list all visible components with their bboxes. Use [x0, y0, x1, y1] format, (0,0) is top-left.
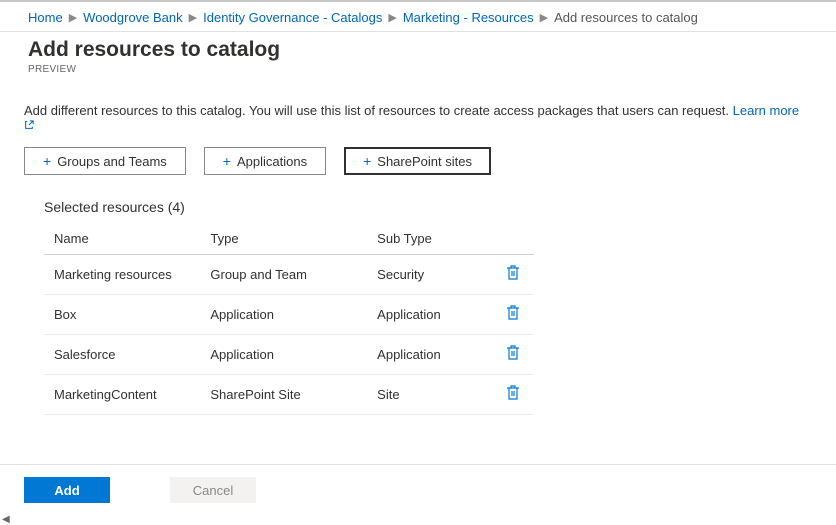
breadcrumb-link-home[interactable]: Home — [28, 10, 63, 25]
table-row: SalesforceApplicationApplication — [44, 335, 534, 375]
resource-type-buttons: + Groups and Teams + Applications + Shar… — [0, 147, 836, 191]
cell-type: SharePoint Site — [200, 375, 367, 415]
button-label: Applications — [237, 154, 307, 169]
table-row: BoxApplicationApplication — [44, 295, 534, 335]
trash-icon — [506, 305, 520, 324]
cell-subtype: Security — [367, 255, 492, 295]
cell-name: MarketingContent — [44, 375, 200, 415]
cell-name: Salesforce — [44, 335, 200, 375]
external-link-icon — [24, 120, 34, 130]
intro-text: Add different resources to this catalog.… — [0, 79, 836, 147]
add-sharepoint-button[interactable]: + SharePoint sites — [344, 147, 491, 175]
add-button[interactable]: Add — [24, 477, 110, 503]
breadcrumb-link-marketing[interactable]: Marketing - Resources — [403, 10, 534, 25]
button-label: Groups and Teams — [57, 154, 167, 169]
page-title: Add resources to catalog — [28, 38, 808, 62]
cell-name: Marketing resources — [44, 255, 200, 295]
breadcrumb: Home ▶ Woodgrove Bank ▶ Identity Governa… — [0, 2, 836, 31]
column-header-type: Type — [200, 225, 367, 255]
trash-icon — [506, 265, 520, 284]
cell-subtype: Application — [367, 335, 492, 375]
delete-row-button[interactable] — [504, 343, 522, 366]
breadcrumb-link-woodgrove[interactable]: Woodgrove Bank — [83, 10, 183, 25]
intro-body: Add different resources to this catalog.… — [24, 103, 733, 118]
chevron-right-icon: ▶ — [69, 11, 77, 24]
cell-subtype: Application — [367, 295, 492, 335]
selected-resources-title: Selected resources (4) — [0, 191, 836, 225]
chevron-right-icon: ▶ — [388, 11, 396, 24]
delete-row-button[interactable] — [504, 263, 522, 286]
plus-icon: + — [223, 153, 231, 169]
cell-type: Application — [200, 335, 367, 375]
cell-name: Box — [44, 295, 200, 335]
cell-type: Group and Team — [200, 255, 367, 295]
chevron-right-icon: ▶ — [189, 11, 197, 24]
trash-icon — [506, 385, 520, 404]
footer-bar: Add Cancel — [0, 464, 836, 515]
cell-subtype: Site — [367, 375, 492, 415]
button-label: SharePoint sites — [377, 154, 472, 169]
scroll-left-arrow[interactable]: ◀ — [2, 514, 10, 525]
trash-icon — [506, 345, 520, 364]
delete-row-button[interactable] — [504, 383, 522, 406]
cell-type: Application — [200, 295, 367, 335]
delete-row-button[interactable] — [504, 303, 522, 326]
add-applications-button[interactable]: + Applications — [204, 147, 326, 175]
plus-icon: + — [43, 153, 51, 169]
breadcrumb-current: Add resources to catalog — [554, 10, 698, 25]
plus-icon: + — [363, 153, 371, 169]
add-groups-button[interactable]: + Groups and Teams — [24, 147, 186, 175]
column-header-name: Name — [44, 225, 200, 255]
table-row: Marketing resourcesGroup and TeamSecurit… — [44, 255, 534, 295]
preview-badge: PREVIEW — [28, 64, 808, 75]
cancel-button[interactable]: Cancel — [170, 477, 256, 503]
selected-resources-table: Name Type Sub Type Marketing resourcesGr… — [44, 225, 534, 415]
table-row: MarketingContentSharePoint SiteSite — [44, 375, 534, 415]
page-header: Add resources to catalog PREVIEW — [0, 32, 836, 79]
chevron-right-icon: ▶ — [540, 11, 548, 24]
column-header-subtype: Sub Type — [367, 225, 492, 255]
breadcrumb-link-catalogs[interactable]: Identity Governance - Catalogs — [203, 10, 382, 25]
